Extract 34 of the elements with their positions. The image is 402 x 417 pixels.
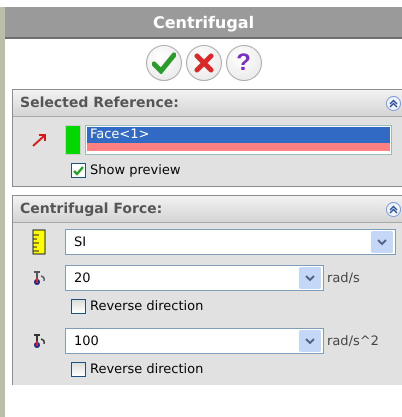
unit-label: rad/s^2 — [327, 334, 379, 348]
close-icon — [194, 53, 214, 73]
panel-title: Centrifugal — [5, 7, 402, 39]
chevron-down-icon — [305, 274, 315, 282]
help-icon: ? — [236, 49, 251, 77]
double-chevron-icon — [389, 204, 398, 214]
unit-dropdown[interactable]: SI — [65, 229, 396, 255]
collapse-button[interactable] — [386, 96, 401, 110]
chevron-down-icon — [377, 238, 387, 246]
value-combobox[interactable]: 100 — [65, 328, 324, 354]
help-button[interactable]: ? — [226, 45, 262, 81]
section-title: Selected Reference: — [20, 95, 179, 111]
checkbox[interactable] — [71, 362, 86, 377]
section-title: Centrifugal Force: — [20, 201, 162, 217]
collapse-button[interactable] — [386, 202, 401, 216]
color-swatch — [65, 125, 81, 155]
cancel-button[interactable] — [186, 45, 222, 81]
ok-button[interactable] — [146, 45, 182, 81]
list-item[interactable]: Face<1> — [87, 127, 390, 143]
checkbox-label: Reverse direction — [90, 362, 204, 377]
selection-list[interactable]: Face<1> — [85, 125, 392, 155]
arrow-icon — [31, 133, 47, 147]
ruler-icon — [32, 229, 46, 255]
rotation-icon — [31, 333, 47, 349]
checkbox[interactable] — [71, 299, 86, 314]
double-chevron-icon — [389, 98, 398, 108]
rotation-icon — [31, 270, 47, 286]
checkbox[interactable] — [71, 163, 86, 178]
checkbox-label: Show preview — [90, 163, 180, 178]
checkbox-label: Reverse direction — [90, 299, 204, 314]
checkmark-icon — [152, 52, 176, 74]
chevron-down-icon — [305, 337, 315, 345]
unit-label: rad/s — [327, 270, 360, 286]
value-combobox[interactable]: 20 — [65, 265, 324, 291]
